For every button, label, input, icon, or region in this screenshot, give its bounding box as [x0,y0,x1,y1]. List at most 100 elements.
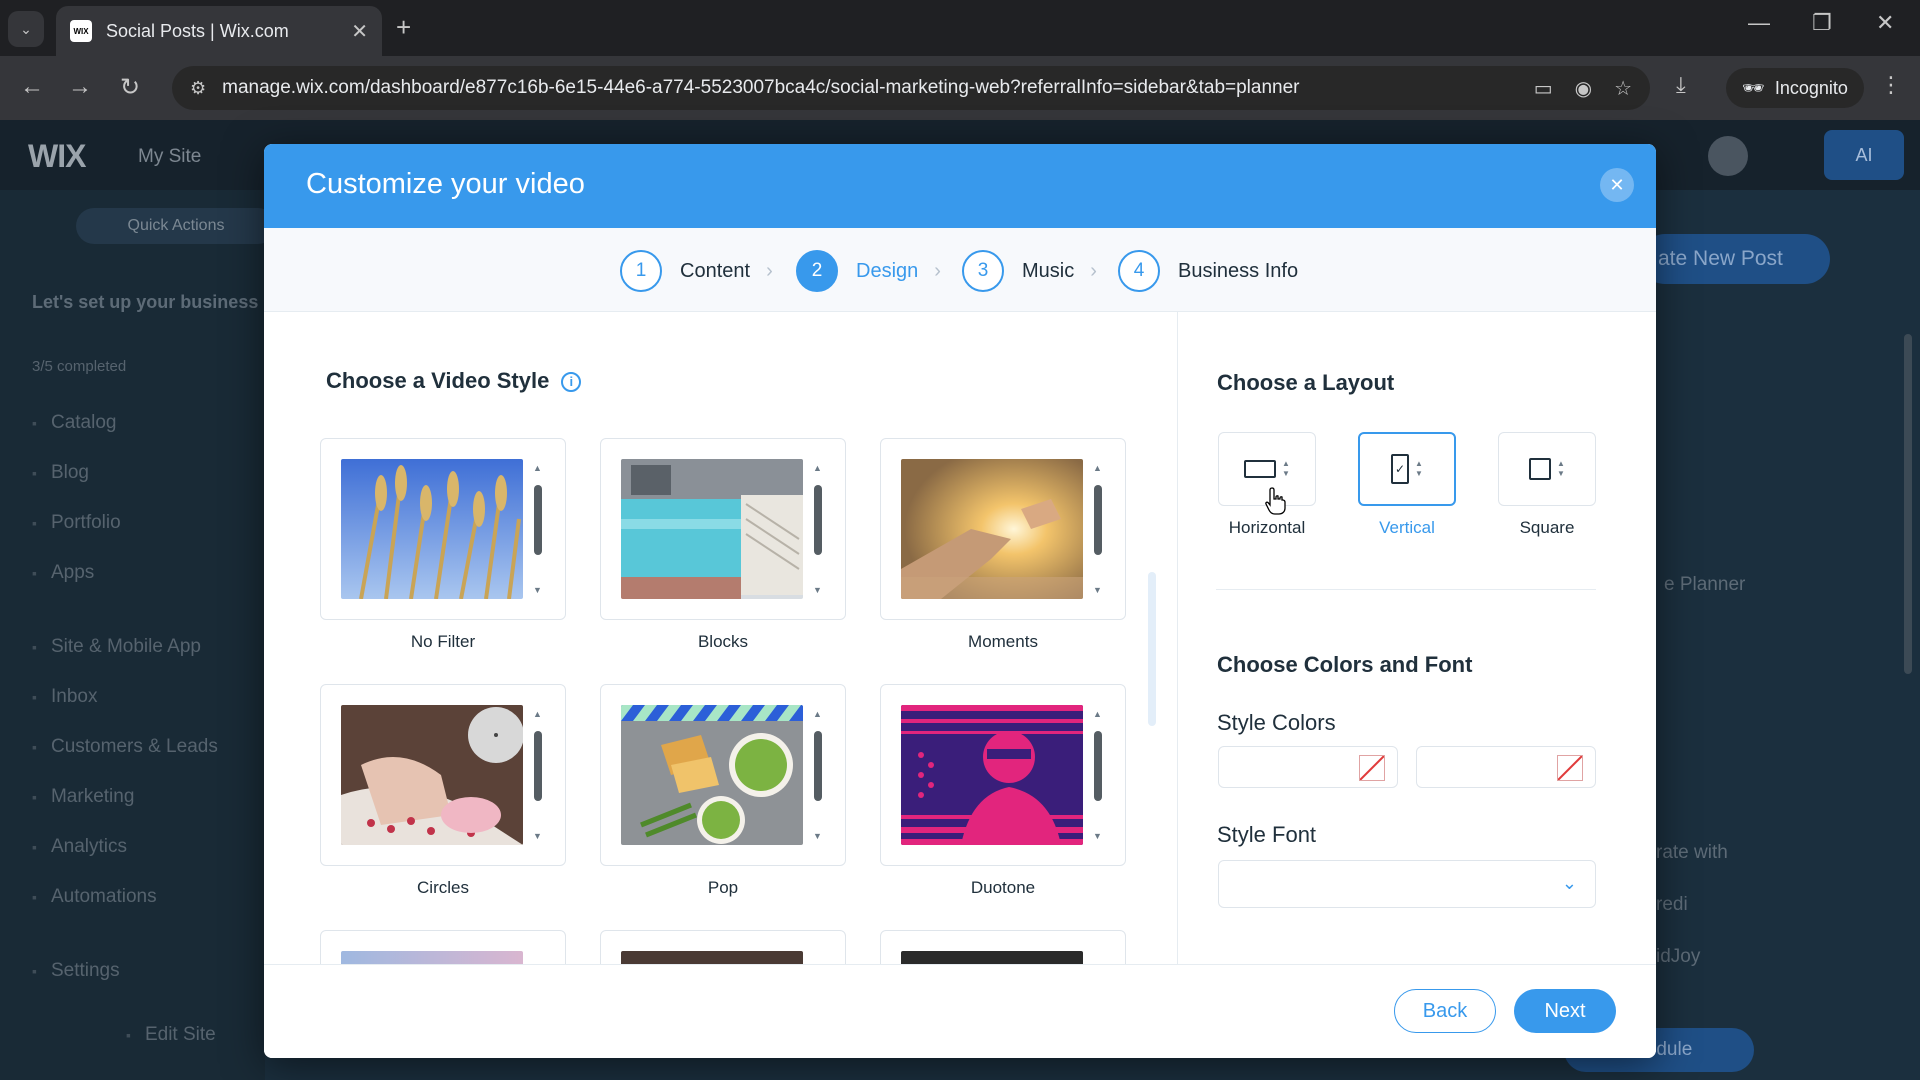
star-icon[interactable]: ☆ [1614,76,1632,101]
incognito-label: Incognito [1774,77,1848,98]
step-number: 1 [620,250,662,292]
style-label: Moments [968,632,1038,651]
download-icon[interactable]: ⤓ [1676,72,1686,98]
chevron-right-icon: › [766,259,773,282]
no-filter-thumbnail [341,459,523,599]
sidebar-item-blog: Blog [32,462,89,484]
back-button[interactable]: Back [1394,989,1496,1033]
card-scrollbar[interactable]: ▲ ▼ [811,459,825,599]
colors-font-title: Choose Colors and Font [1217,652,1473,677]
new-tab-icon[interactable]: + [396,12,411,43]
card-scrollbar[interactable]: ▲ ▼ [1091,705,1105,845]
browser-menu-icon[interactable]: ⋮ [1880,72,1902,98]
create-post-button: ate New Post [1640,234,1830,284]
forward-arrow-icon[interactable]: → [68,73,92,101]
step-label: Music [1022,259,1075,282]
url-text: manage.wix.com/dashboard/e877c16b-6e15-4… [222,77,1300,98]
step-design[interactable]: 2 Design › [796,250,941,292]
layout-label-horizontal: Horizontal [1228,518,1306,537]
sidebar-item-settings: Settings [32,960,120,982]
chevron-down-icon: ⌄ [1561,873,1577,893]
step-number: 4 [1118,250,1160,292]
chevron-right-icon: › [1090,259,1097,282]
blocks-thumbnail [621,459,803,599]
style-thumbnail [341,951,523,964]
browser-toolbar: ← → ↻ ⚙ manage.wix.com/dashboard/e877c16… [0,56,1920,120]
chevron-down-icon: ⌄ [20,20,32,37]
arrows-icon: ▲ ▼ [1282,459,1290,478]
step-music[interactable]: 3 Music › [962,250,1097,292]
tab-title: Social Posts | Wix.com [106,20,289,41]
incognito-indicator[interactable]: 🕶 Incognito [1726,68,1864,108]
style-card-circles[interactable]: ▲ ▼ [320,684,566,866]
camera-off-icon[interactable]: ▭ [1534,76,1553,101]
style-font-dropdown[interactable]: ⌄ [1218,860,1596,908]
arrows-icon: ▲ ▼ [1415,459,1423,478]
style-color-picker-1[interactable] [1218,746,1398,788]
style-card-blocks[interactable]: ▲ ▼ [600,438,846,620]
card-scrollbar[interactable]: ▲ ▼ [1091,459,1105,599]
info-icon[interactable]: i [561,371,582,392]
next-button[interactable]: Next [1514,989,1616,1033]
step-business-info[interactable]: 4 Business Info [1118,250,1298,292]
back-arrow-icon[interactable]: ← [20,73,44,101]
pop-thumbnail [621,705,803,845]
site-info-icon[interactable]: ⚙ [190,78,206,99]
restore-icon[interactable]: ❐ [1812,10,1832,36]
style-card-row3-2[interactable] [600,930,846,964]
bg-text-line-3: idJoy [1656,946,1701,967]
step-content[interactable]: 1 Content › [620,250,773,292]
sidebar-item-portfolio: Portfolio [32,512,121,534]
style-list-scrollbar[interactable] [1148,572,1156,726]
step-label: Business Info [1178,259,1299,282]
edit-site-link: Edit Site [126,1024,216,1046]
address-bar[interactable]: ⚙ manage.wix.com/dashboard/e877c16b-6e15… [172,66,1650,110]
style-card-moments[interactable]: ▲ ▼ [880,438,1126,620]
vertical-layout-check-icon: ✓ [1391,454,1410,484]
style-card-duotone[interactable]: ▲ ▼ [880,684,1126,866]
step-label: Design [856,259,919,282]
step-label: Content [680,259,751,282]
modal-header: Customize your video ✕ [264,144,1656,228]
sidebar-item-customers: Customers & Leads [32,736,218,758]
moments-thumbnail [901,459,1083,599]
planner-text: e Planner [1664,574,1746,595]
no-color-swatch-icon [1359,755,1385,781]
dashboard-sidebar: Quick Actions Let's set up your business… [0,190,276,1080]
layout-option-square[interactable]: ▲ ▼ [1498,432,1596,506]
circles-thumbnail [341,705,523,845]
layout-label-square: Square [1519,518,1575,537]
quick-actions-button: Quick Actions [76,208,276,244]
layout-option-vertical[interactable]: ✓ ▲ ▼ [1358,432,1456,506]
close-tab-icon[interactable]: ✕ [351,19,368,44]
style-card-pop[interactable]: ▲ ▼ [600,684,846,866]
style-card-row3-3[interactable] [880,930,1126,964]
ai-button: AI [1824,130,1904,180]
style-color-picker-2[interactable] [1416,746,1596,788]
sidebar-item-automations: Automations [32,886,157,908]
close-window-icon[interactable]: ✕ [1876,10,1894,36]
style-thumbnail [901,951,1083,964]
style-card-row3-1[interactable] [320,930,566,964]
section-divider [1216,589,1596,590]
card-scrollbar[interactable]: ▲ ▼ [811,705,825,845]
eye-off-icon[interactable]: ◉ [1575,76,1592,101]
close-icon[interactable]: ✕ [1600,168,1634,202]
style-label: Duotone [970,878,1036,897]
style-card-no-filter[interactable]: ▲ ▼ [320,438,566,620]
sidebar-item-site-mobile: Site & Mobile App [32,636,201,658]
wix-logo: WIX [28,138,86,174]
square-layout-icon [1529,458,1552,480]
minimize-icon[interactable]: — [1748,10,1770,36]
sidebar-item-inbox: Inbox [32,686,97,708]
card-scrollbar[interactable]: ▲ ▼ [531,705,545,845]
wix-favicon-icon: WIX [70,20,92,42]
page-scrollbar[interactable] [1904,334,1912,674]
card-scrollbar[interactable]: ▲ ▼ [531,459,545,599]
tab-search-button[interactable]: ⌄ [8,11,44,47]
duotone-thumbnail [901,705,1083,845]
sidebar-item-catalog: Catalog [32,412,117,434]
reload-icon[interactable]: ↻ [120,73,140,102]
browser-tab[interactable]: WIX Social Posts | Wix.com ✕ [56,6,382,56]
sidebar-item-apps: Apps [32,562,94,584]
